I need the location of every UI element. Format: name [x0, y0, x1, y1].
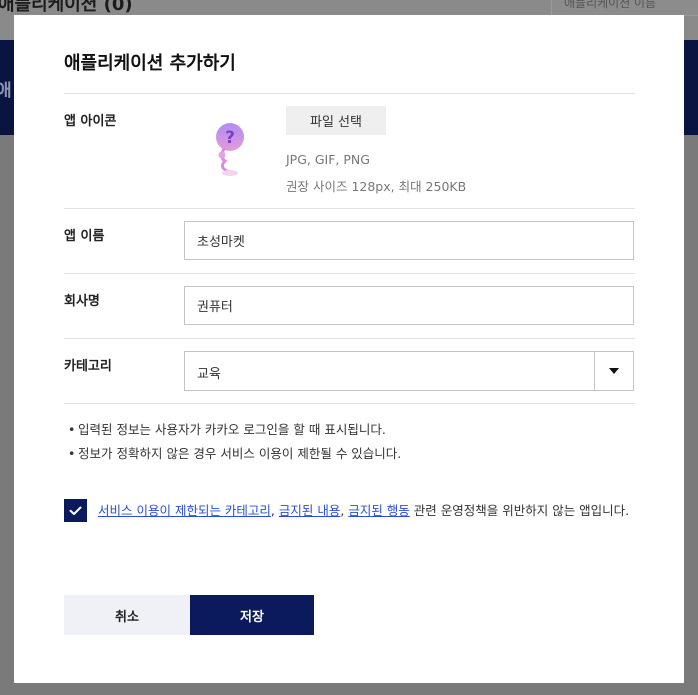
add-application-modal: 애플리케이션 추가하기 앱 아이콘 ? 파일 선택 JPG, GIF, PNG …	[14, 15, 684, 683]
background-search-input: 애플리케이션 이름	[551, 0, 698, 16]
icon-size-hint: 권장 사이즈 128px, 최대 250KB	[286, 179, 467, 194]
info-note: • 입력된 정보는 사용자가 카카오 로그인을 할 때 표시됩니다.	[68, 422, 386, 437]
save-button[interactable]: 저장	[190, 595, 314, 635]
background-banner-text: 애	[0, 81, 12, 101]
info-note: • 정보가 정확하지 않은 경우 서비스 이용이 제한될 수 있습니다.	[68, 446, 402, 461]
consent-text: 서비스 이용이 제한되는 카테고리, 금지된 내용, 금지된 행동 관련 운영정…	[98, 503, 630, 518]
divider	[64, 273, 635, 274]
company-input[interactable]	[184, 286, 634, 325]
restricted-category-link[interactable]: 서비스 이용이 제한되는 카테고리	[98, 503, 271, 518]
app-name-input[interactable]	[184, 221, 634, 260]
category-label: 카테고리	[64, 359, 112, 374]
category-select[interactable]: 교육	[184, 351, 634, 391]
file-select-button[interactable]: 파일 선택	[286, 106, 386, 135]
divider	[64, 403, 635, 404]
divider	[64, 208, 635, 209]
svg-text:?: ?	[225, 128, 235, 148]
prohibited-behavior-link[interactable]: 금지된 행동	[348, 503, 409, 518]
chevron-down-icon[interactable]	[594, 352, 633, 390]
checkmark-icon	[69, 506, 82, 515]
consent-checkbox[interactable]	[64, 499, 87, 522]
modal-title: 애플리케이션 추가하기	[64, 53, 236, 74]
app-icon-label: 앱 아이콘	[64, 114, 117, 129]
divider	[64, 93, 635, 94]
prohibited-content-link[interactable]: 금지된 내용	[279, 503, 340, 518]
app-name-label: 앱 이름	[64, 229, 105, 244]
question-mark-balloon-icon: ?	[213, 123, 249, 177]
category-selected-value: 교육	[197, 367, 221, 382]
company-label: 회사명	[64, 294, 100, 309]
divider	[64, 338, 635, 339]
icon-format-hint: JPG, GIF, PNG	[286, 152, 370, 167]
cancel-button[interactable]: 취소	[64, 595, 190, 635]
background-page-title: 애플리케이션 (0)	[0, 0, 133, 15]
